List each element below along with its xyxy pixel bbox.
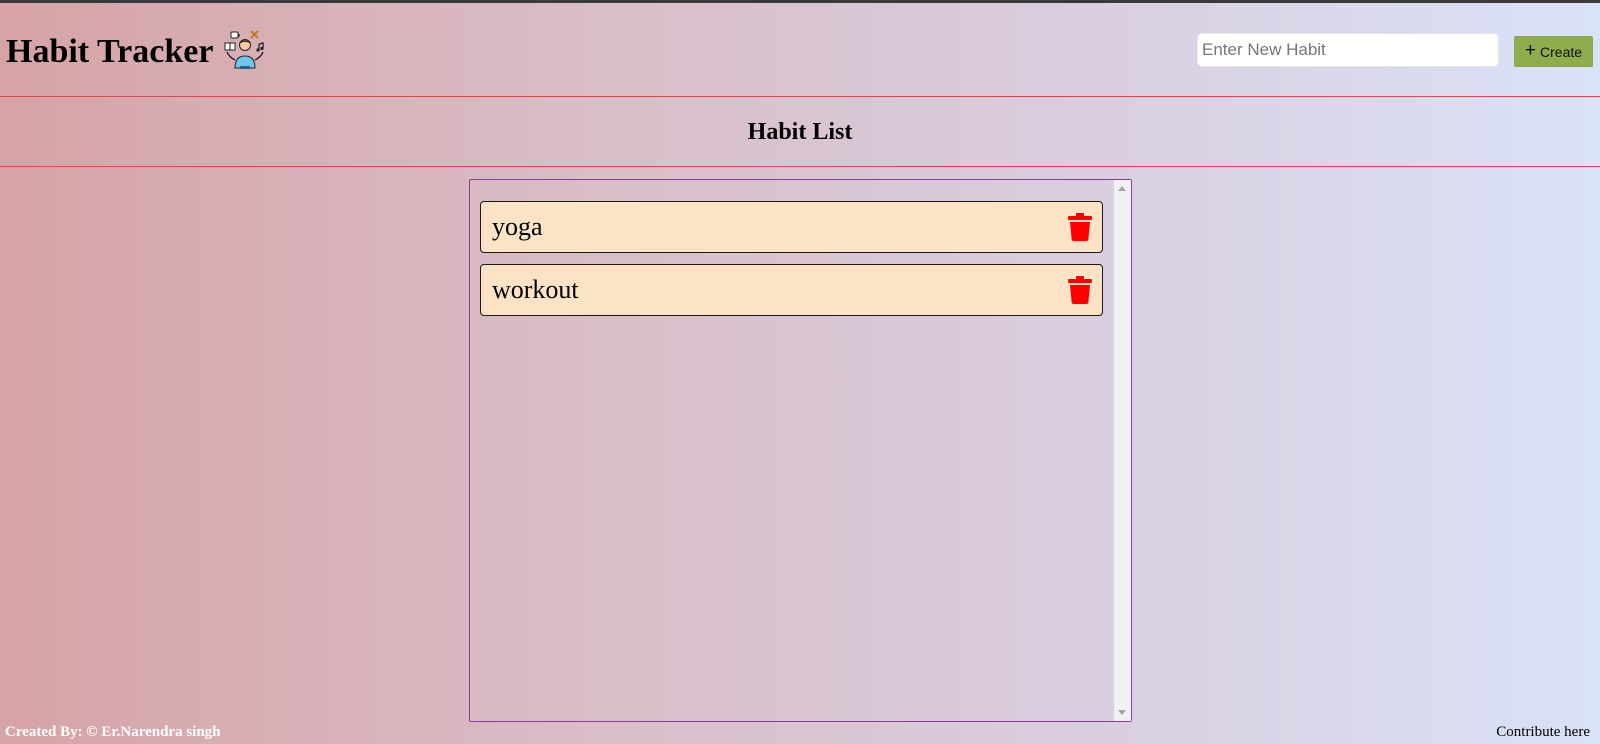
scroll-up-arrow-icon[interactable] [1118, 186, 1126, 191]
habit-name: workout [492, 275, 579, 304]
trash-icon[interactable] [1068, 276, 1092, 304]
create-button[interactable]: + Create [1514, 36, 1593, 67]
create-button-label: Create [1540, 43, 1583, 60]
habit-name: yoga [492, 212, 543, 241]
list-scrollbar[interactable] [1114, 180, 1131, 721]
title-divider [0, 166, 1600, 167]
trash-icon[interactable] [1068, 213, 1092, 241]
habit-item[interactable]: workout [480, 264, 1103, 316]
habit-item[interactable]: yoga [480, 201, 1103, 253]
plus-icon: + [1524, 40, 1537, 61]
app-title-text: Habit Tracker [6, 33, 214, 70]
habit-list-title: Habit List [747, 119, 853, 145]
scroll-down-arrow-icon[interactable] [1118, 710, 1126, 715]
habit-list-panel: yoga workout [469, 179, 1132, 722]
new-habit-input[interactable] [1197, 33, 1499, 67]
footer-credit: Created By: © Er.Narendra singh [5, 724, 221, 740]
app-header: Habit Tracker Enter New Habit + Create [0, 3, 1600, 97]
person-multitasking-icon [223, 28, 267, 72]
contribute-link[interactable]: Contribute here [1496, 723, 1590, 741]
header-divider [0, 96, 1600, 97]
app-title: Habit Tracker [6, 30, 267, 74]
